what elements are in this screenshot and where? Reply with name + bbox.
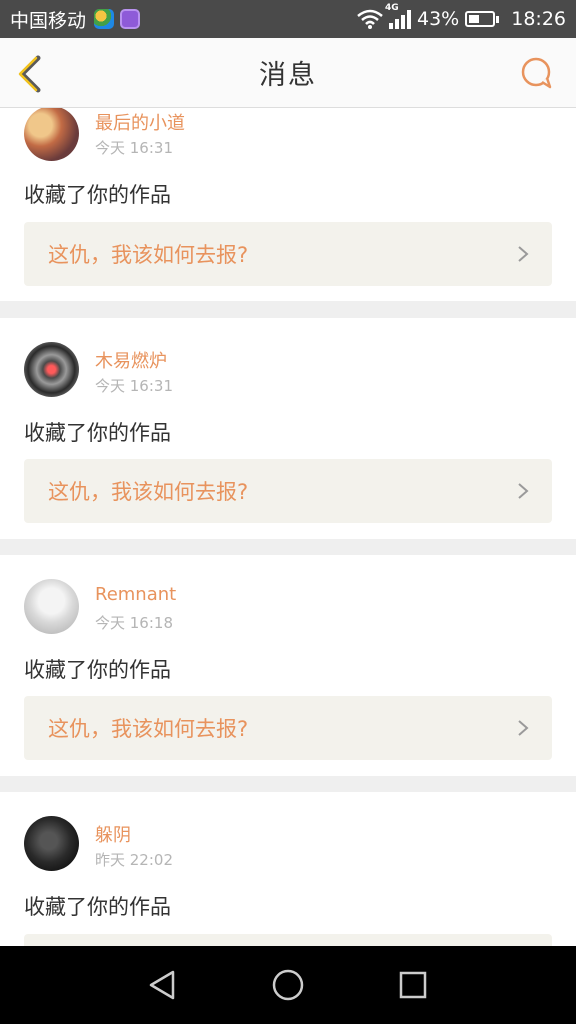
browser-app-icon [94,9,115,29]
status-bar: 中国移动 4G 43% 18:26 [0,0,576,38]
avatar[interactable] [24,579,79,634]
battery-percent: 43% [417,8,460,30]
carrier-label: 中国移动 [10,9,87,32]
clock: 18:26 [511,8,566,30]
action-text: 收藏了你的作品 [24,895,171,919]
network-type: 4G [385,3,399,13]
message-card: 木易燃炉 今天 16:31 收藏了你的作品 这仇，我该如何去报? [0,318,576,539]
message-time: 昨天 22:02 [95,851,173,869]
recents-square-icon[interactable] [395,967,431,1003]
gallery-app-icon [120,9,141,29]
battery-icon [465,11,500,27]
action-text: 收藏了你的作品 [24,183,171,207]
chevron-right-icon [518,483,529,499]
message-list[interactable]: 最后的小道 今天 16:31 收藏了你的作品 这仇，我该如何去报? 木易燃炉 今… [0,108,576,946]
avatar[interactable] [24,816,79,871]
signal-icon: 4G [385,3,411,29]
work-link[interactable]: 这仇，我该如何去报? [24,459,552,523]
system-navigation-bar [0,946,576,1024]
chevron-right-icon [518,720,529,736]
work-title: 这仇，我该如何去报? [48,717,249,741]
sender-name[interactable]: 木易燃炉 [95,347,167,373]
chevron-left-icon[interactable] [14,54,46,94]
work-link[interactable] [24,934,552,946]
work-title: 这仇，我该如何去报? [48,480,249,504]
action-text: 收藏了你的作品 [24,421,171,445]
chevron-right-icon [518,246,529,262]
wifi-icon [357,9,383,29]
message-time: 今天 16:18 [95,614,173,632]
avatar[interactable] [24,108,79,161]
action-text: 收藏了你的作品 [24,658,171,682]
page-title: 消息 [259,60,317,91]
work-title: 这仇，我该如何去报? [48,243,249,267]
home-circle-icon[interactable] [270,967,306,1003]
sender-name[interactable]: 最后的小道 [95,109,185,135]
back-triangle-icon[interactable] [145,967,181,1003]
work-link[interactable]: 这仇，我该如何去报? [24,696,552,760]
avatar[interactable] [24,342,79,397]
message-card: Remnant 今天 16:18 收藏了你的作品 这仇，我该如何去报? [0,555,576,776]
sender-name[interactable]: 躲阴 [95,821,131,847]
message-card: 最后的小道 今天 16:31 收藏了你的作品 这仇，我该如何去报? [0,108,576,301]
top-navigation-bar: 消息 [0,38,576,108]
message-card: 躲阴 昨天 22:02 收藏了你的作品 [0,792,576,946]
message-time: 今天 16:31 [95,377,173,395]
sender-name[interactable]: Remnant [95,584,176,605]
work-link[interactable]: 这仇，我该如何去报? [24,222,552,286]
message-time: 今天 16:31 [95,139,173,157]
chat-bubble-icon[interactable] [520,56,554,90]
